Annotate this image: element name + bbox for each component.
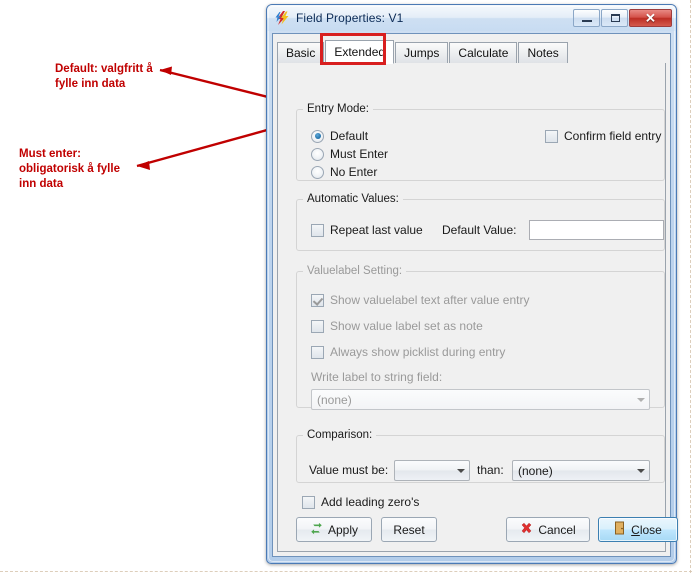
checkbox-row-confirm-field-entry[interactable]: Confirm field entry: [545, 129, 661, 143]
checkbox-always-show-picklist-label: Always show picklist during entry: [330, 345, 506, 359]
radio-no-enter-indicator[interactable]: [311, 165, 324, 179]
field-properties-dialog: Field Properties: V1 ✕ Basic Extended Ju…: [266, 4, 678, 564]
checkbox-repeat-last-value-label: Repeat last value: [330, 223, 423, 237]
checkbox-always-show-picklist: [311, 345, 324, 359]
refresh-arrows-icon: [310, 522, 323, 538]
page-guide-horizontal: [0, 571, 692, 572]
group-entry-mode: Entry Mode: Default Must Enter No Enter …: [296, 103, 665, 181]
arrow-head-default: [160, 66, 172, 75]
value-must-be-row: Value must be:: [309, 463, 388, 477]
close-button-rest: lose: [639, 522, 662, 537]
radio-row-must-enter[interactable]: Must Enter: [311, 147, 388, 161]
comparison-operator-combo[interactable]: [394, 460, 470, 481]
write-label-to-string-field-label: Write label to string field:: [311, 370, 443, 384]
group-valuelabel-setting: Valuelabel Setting: Show valuelabel text…: [296, 265, 665, 410]
minimize-button[interactable]: [573, 9, 600, 27]
apply-button[interactable]: Apply: [296, 517, 372, 542]
dialog-client-area: Basic Extended Jumps Calculate Notes Ent…: [272, 33, 678, 557]
group-automatic-values-legend: Automatic Values:: [307, 193, 399, 205]
door-icon: [614, 521, 626, 538]
tab-notes[interactable]: Notes: [518, 42, 568, 63]
chevron-down-icon[interactable]: [453, 464, 469, 478]
group-comparison-legend: Comparison:: [307, 429, 373, 441]
group-comparison: Comparison: Value must be: than: (none): [296, 429, 665, 483]
page-guide-vertical: [690, 0, 691, 573]
close-button-dialog[interactable]: Close: [598, 517, 678, 542]
reset-button[interactable]: Reset: [381, 517, 437, 542]
checkbox-show-valuelabel-text-label: Show valuelabel text after value entry: [330, 293, 530, 307]
reset-button-label: Reset: [393, 522, 425, 537]
cancel-button[interactable]: Cancel: [506, 517, 590, 542]
close-button[interactable]: ✕: [629, 9, 672, 27]
default-value-label: Default Value:: [442, 223, 517, 237]
radio-must-enter-label: Must Enter: [330, 147, 389, 161]
default-value-input[interactable]: [529, 220, 664, 240]
group-entry-mode-legend: Entry Mode:: [307, 103, 369, 115]
tab-page-extended: Entry Mode: Default Must Enter No Enter …: [277, 63, 678, 552]
tab-calculate[interactable]: Calculate: [449, 42, 518, 63]
checkbox-show-value-label-note: [311, 319, 324, 333]
radio-row-no-enter[interactable]: No Enter: [311, 165, 377, 179]
red-x-icon: [520, 522, 533, 538]
group-valuelabel-setting-legend: Valuelabel Setting:: [307, 265, 403, 277]
title-bar[interactable]: Field Properties: V1 ✕: [267, 5, 676, 31]
maximize-icon: [611, 14, 620, 22]
checkbox-row-show-valuelabel-text: Show valuelabel text after value entry: [311, 293, 529, 307]
than-row: than:: [477, 463, 504, 477]
checkbox-repeat-last-value[interactable]: [311, 223, 324, 237]
checkbox-row-show-value-label-note: Show value label set as note: [311, 319, 483, 333]
annotation-default-note: Default: valgfritt å fylle inn data: [55, 63, 153, 90]
tab-strip: Basic Extended Jumps Calculate Notes: [277, 39, 666, 64]
apply-button-label: Apply: [327, 522, 359, 537]
comparison-target-value: (none): [518, 463, 553, 478]
minimize-icon: [582, 20, 592, 22]
window-title: Field Properties: V1: [296, 11, 404, 25]
checkbox-show-value-label-note-label: Show value label set as note: [330, 319, 483, 333]
default-value-row: Default Value:: [442, 223, 517, 237]
radio-must-enter-indicator[interactable]: [311, 147, 324, 161]
close-button-dialog-label: Close: [631, 523, 662, 537]
value-must-be-label: Value must be:: [309, 463, 389, 477]
checkbox-show-valuelabel-text: [311, 293, 324, 307]
window-controls: ✕: [573, 9, 672, 27]
annotation-must-enter-note: Must enter: obligatorisk å fylle inn dat…: [19, 148, 120, 190]
dialog-button-bar: Apply Reset Cancel Close: [278, 517, 678, 543]
checkbox-row-repeat-last-value[interactable]: Repeat last value: [311, 223, 423, 237]
tab-basic[interactable]: Basic: [277, 42, 325, 63]
comparison-target-combo[interactable]: (none): [512, 460, 650, 481]
arrow-head-must-enter: [137, 161, 150, 170]
checkbox-confirm-field-entry[interactable]: [545, 129, 558, 143]
radio-default-indicator[interactable]: [311, 129, 324, 143]
write-label-row: Write label to string field:: [311, 370, 442, 384]
chevron-down-icon: [633, 393, 649, 407]
radio-no-enter-label: No Enter: [330, 165, 378, 179]
maximize-button[interactable]: [601, 9, 628, 27]
tab-jumps[interactable]: Jumps: [395, 42, 449, 63]
write-label-string-field-combo: (none): [311, 389, 650, 410]
tab-extended[interactable]: Extended: [325, 40, 395, 64]
write-label-string-field-value: (none): [317, 392, 352, 407]
than-label: than:: [477, 463, 504, 477]
checkbox-confirm-field-entry-label: Confirm field entry: [564, 129, 662, 143]
chevron-down-icon[interactable]: [633, 464, 649, 478]
checkbox-add-leading-zeros[interactable]: [302, 495, 315, 509]
checkbox-add-leading-zeros-label: Add leading zero's: [321, 495, 420, 509]
app-lightning-icon: [274, 10, 290, 26]
checkbox-row-always-show-picklist: Always show picklist during entry: [311, 345, 505, 359]
cancel-button-label: Cancel: [538, 522, 576, 537]
group-automatic-values: Automatic Values: Repeat last value Defa…: [296, 193, 665, 251]
radio-row-default[interactable]: Default: [311, 129, 368, 143]
close-icon: ✕: [645, 10, 656, 26]
close-button-accel: C: [631, 522, 640, 537]
radio-default-label: Default: [330, 129, 369, 143]
checkbox-row-add-leading-zeros[interactable]: Add leading zero's: [302, 495, 419, 509]
